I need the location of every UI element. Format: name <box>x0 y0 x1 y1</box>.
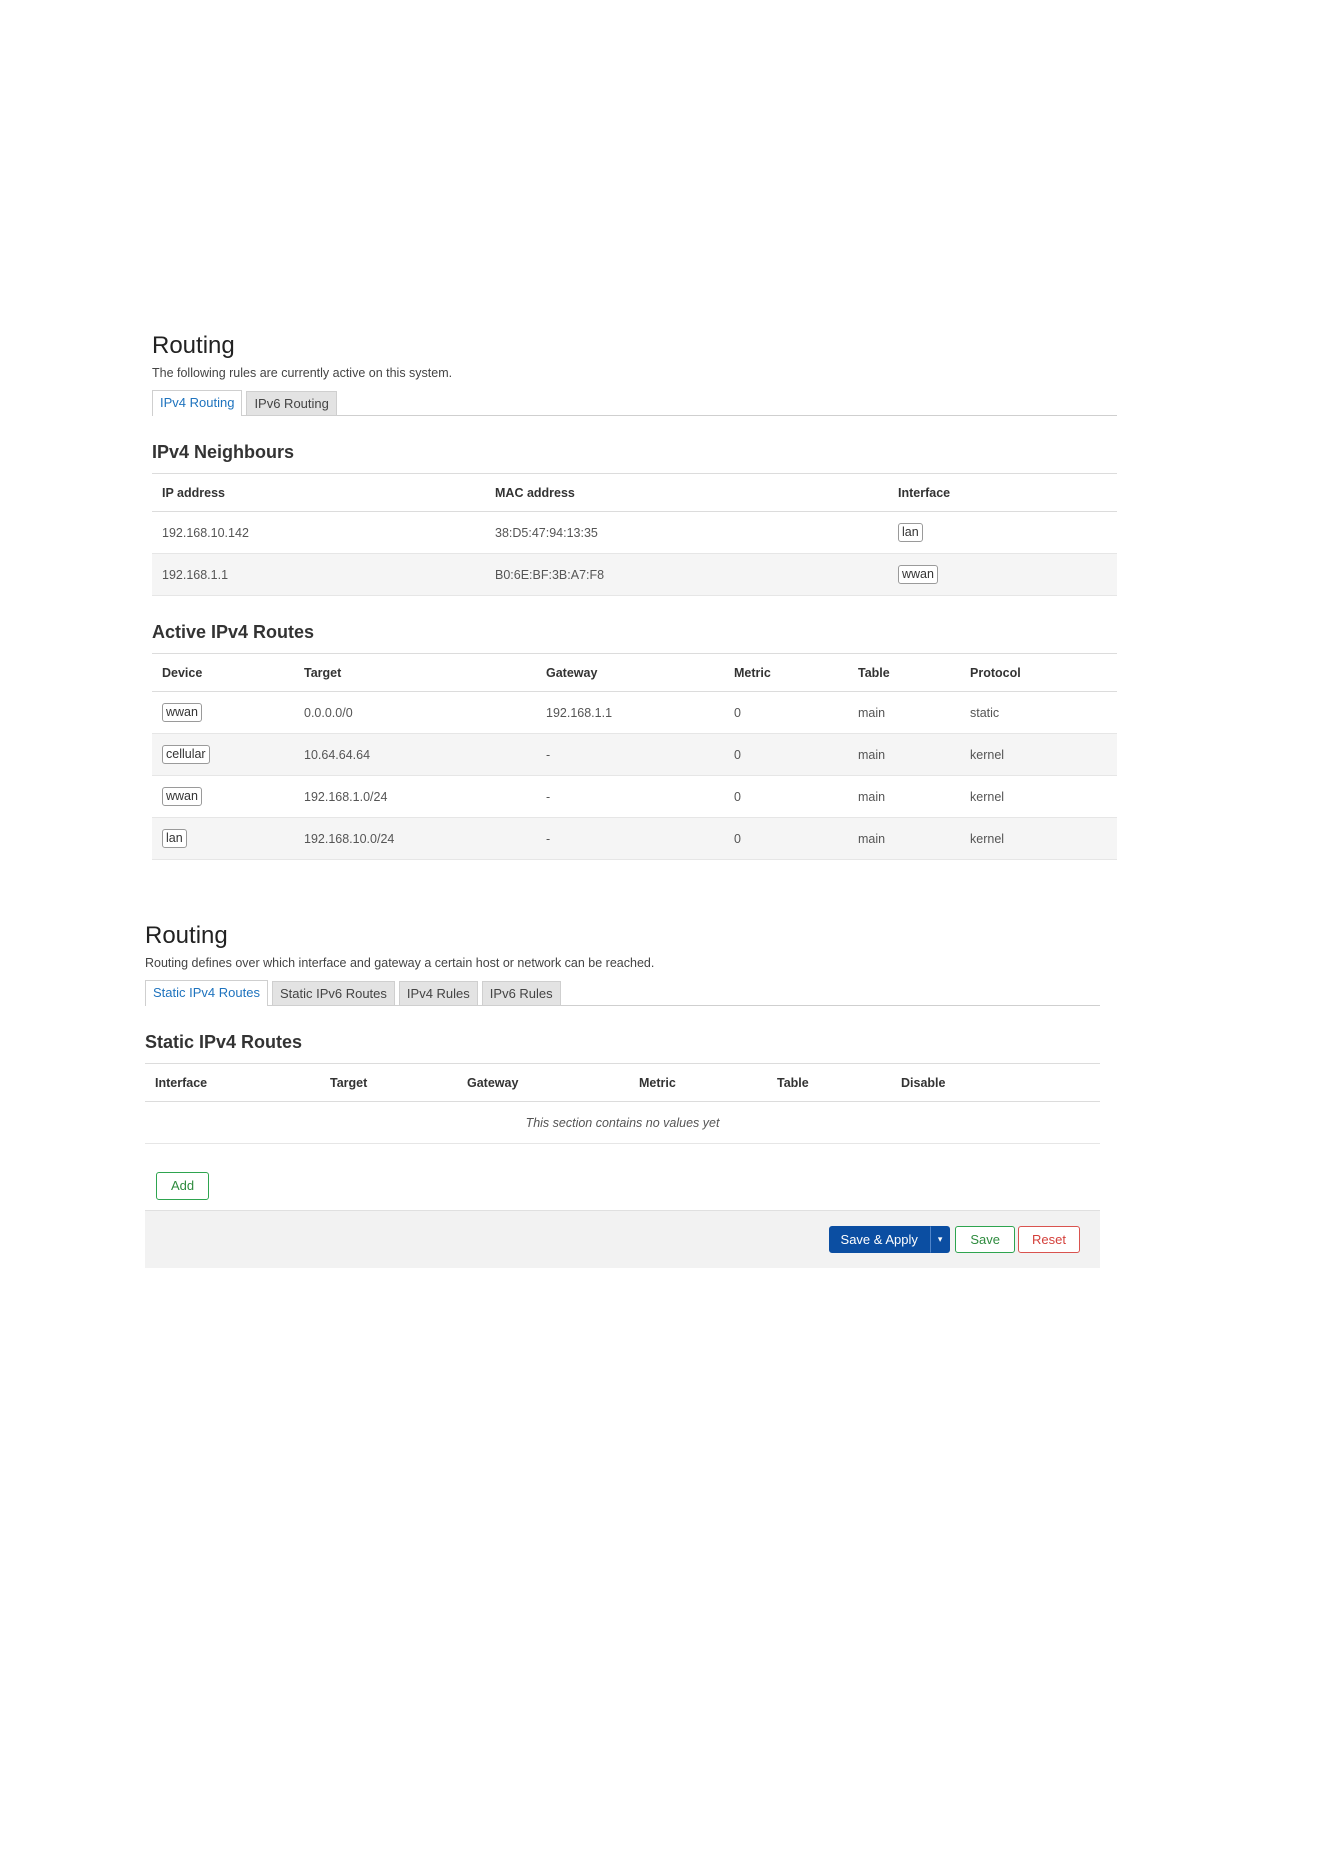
table-row: wwan 0.0.0.0/0 192.168.1.1 0 main static <box>152 691 1117 734</box>
page-description: The following rules are currently active… <box>152 366 453 380</box>
tab-ipv4-routing[interactable]: IPv4 Routing <box>152 390 243 416</box>
metric-cell: 0 <box>724 691 848 734</box>
empty-row: This section contains no values yet <box>145 1101 1100 1144</box>
device-badge: wwan <box>162 703 202 722</box>
metric-cell: 0 <box>724 775 848 818</box>
device-cell: lan <box>152 817 294 860</box>
table-row: 192.168.1.1 B0:6E:BF:3B:A7:F8 wwan <box>152 553 1117 596</box>
reset-button[interactable]: Reset <box>1018 1226 1080 1253</box>
column-header: MAC address <box>485 473 888 512</box>
interface-badge: wwan <box>898 565 938 584</box>
interface-badge: lan <box>898 523 923 542</box>
table-row: cellular 10.64.64.64 - 0 main kernel <box>152 733 1117 776</box>
column-header: Interface <box>145 1063 320 1102</box>
target-cell: 0.0.0.0/0 <box>294 691 536 734</box>
tab-static-ipv6-routes[interactable]: Static IPv6 Routes <box>271 981 395 1005</box>
target-cell: 10.64.64.64 <box>294 733 536 776</box>
tab-ipv4-rules[interactable]: IPv4 Rules <box>398 981 478 1005</box>
table-cell: main <box>848 775 960 818</box>
device-cell: wwan <box>152 775 294 818</box>
gateway-cell: - <box>536 817 724 860</box>
column-header: Target <box>294 653 536 692</box>
column-header: Target <box>320 1063 457 1102</box>
column-header: Interface <box>888 473 1117 512</box>
ip-cell: 192.168.1.1 <box>152 553 485 596</box>
table-header-row: Interface Target Gateway Metric Table Di… <box>145 1063 1100 1102</box>
target-cell: 192.168.10.0/24 <box>294 817 536 860</box>
routing-status-panel: Routing The following rules are currentl… <box>152 332 1117 860</box>
static-routes-title: Static IPv4 Routes <box>145 1032 303 1052</box>
column-header: Table <box>848 653 960 692</box>
metric-cell: 0 <box>724 817 848 860</box>
mac-cell: 38:D5:47:94:13:35 <box>485 511 888 554</box>
save-apply-group: Save & Apply ▾ <box>828 1226 951 1253</box>
actions-bar: Save & Apply ▾ Save Reset <box>145 1210 1100 1268</box>
table-header-row: IP address MAC address Interface <box>152 473 1117 512</box>
target-cell: 192.168.1.0/24 <box>294 775 536 818</box>
protocol-cell: static <box>960 691 1117 734</box>
gateway-cell: - <box>536 733 724 776</box>
chevron-down-icon[interactable]: ▾ <box>929 1226 951 1253</box>
table-cell: main <box>848 817 960 860</box>
protocol-cell: kernel <box>960 733 1117 776</box>
table-header-row: Device Target Gateway Metric Table Proto… <box>152 653 1117 692</box>
column-header: Protocol <box>960 653 1117 692</box>
device-badge: cellular <box>162 745 210 764</box>
table-row: wwan 192.168.1.0/24 - 0 main kernel <box>152 775 1117 818</box>
column-header: Metric <box>629 1063 767 1102</box>
status-tabs: IPv4 Routing IPv6 Routing <box>152 390 1117 416</box>
page-title: Routing <box>145 922 228 949</box>
interface-cell: wwan <box>888 553 1117 596</box>
page-description: Routing defines over which interface and… <box>145 956 655 970</box>
protocol-cell: kernel <box>960 775 1117 818</box>
routing-config-panel: Routing Routing defines over which inter… <box>145 922 1100 1268</box>
device-cell: wwan <box>152 691 294 734</box>
add-button[interactable]: Add <box>156 1172 210 1200</box>
mac-cell: B0:6E:BF:3B:A7:F8 <box>485 553 888 596</box>
column-header: Gateway <box>536 653 724 692</box>
tab-ipv6-rules[interactable]: IPv6 Rules <box>481 981 561 1005</box>
table-cell: main <box>848 691 960 734</box>
neighbours-table: IP address MAC address Interface 192.168… <box>152 473 1117 596</box>
device-badge: lan <box>162 829 187 848</box>
page-title: Routing <box>152 332 235 359</box>
ip-cell: 192.168.10.142 <box>152 511 485 554</box>
routes-title: Active IPv4 Routes <box>152 622 315 642</box>
empty-message: This section contains no values yet <box>145 1101 1100 1144</box>
table-cell: main <box>848 733 960 776</box>
config-tabs: Static IPv4 Routes Static IPv6 Routes IP… <box>145 980 1100 1006</box>
tab-ipv6-routing[interactable]: IPv6 Routing <box>246 391 337 415</box>
device-badge: wwan <box>162 787 202 806</box>
protocol-cell: kernel <box>960 817 1117 860</box>
column-header: Gateway <box>457 1063 629 1102</box>
device-cell: cellular <box>152 733 294 776</box>
column-header: Device <box>152 653 294 692</box>
save-apply-button[interactable]: Save & Apply <box>828 1226 930 1253</box>
gateway-cell: - <box>536 775 724 818</box>
neighbours-title: IPv4 Neighbours <box>152 442 295 462</box>
metric-cell: 0 <box>724 733 848 776</box>
column-header: Metric <box>724 653 848 692</box>
save-button[interactable]: Save <box>955 1226 1016 1253</box>
static-routes-table: Interface Target Gateway Metric Table Di… <box>145 1063 1100 1144</box>
column-header: Disable <box>891 1063 1100 1102</box>
column-header: IP address <box>152 473 485 512</box>
tab-static-ipv4-routes[interactable]: Static IPv4 Routes <box>145 980 268 1006</box>
table-row: lan 192.168.10.0/24 - 0 main kernel <box>152 817 1117 860</box>
gateway-cell: 192.168.1.1 <box>536 691 724 734</box>
interface-cell: lan <box>888 511 1117 554</box>
table-row: 192.168.10.142 38:D5:47:94:13:35 lan <box>152 511 1117 554</box>
column-header: Table <box>767 1063 891 1102</box>
routes-table: Device Target Gateway Metric Table Proto… <box>152 653 1117 860</box>
